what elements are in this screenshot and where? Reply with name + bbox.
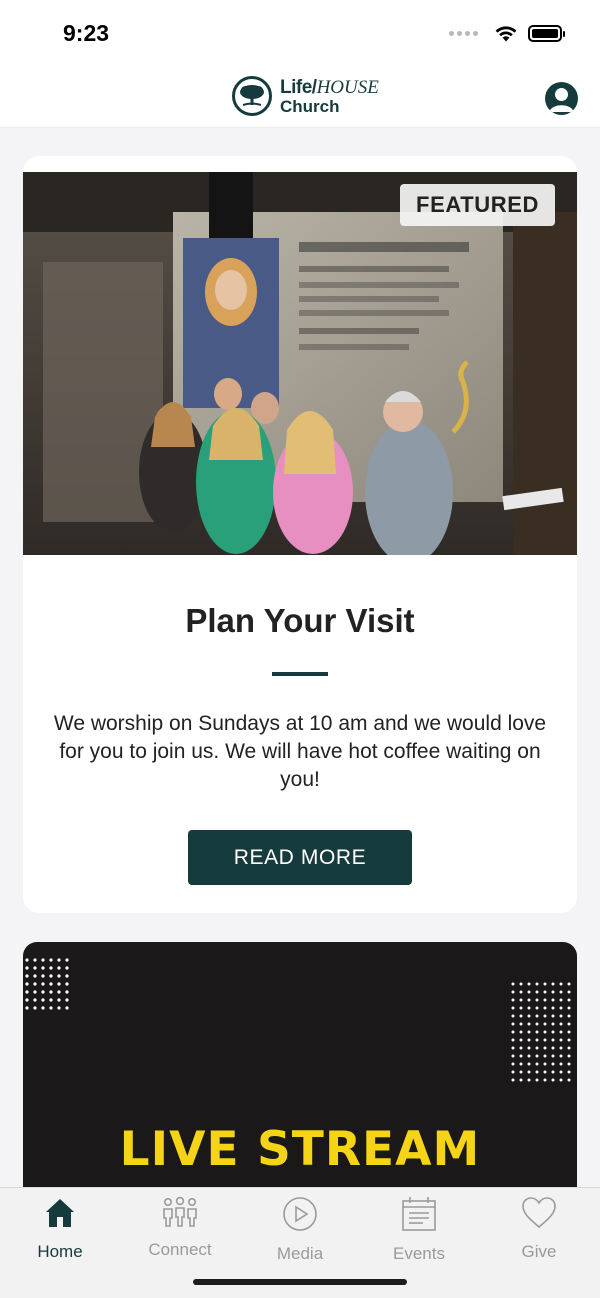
featured-description: We worship on Sundays at 10 am and we wo…	[53, 712, 547, 791]
heart-icon	[519, 1196, 559, 1230]
live-stream-title: LIVE STREAM	[119, 1122, 481, 1177]
tree-logo-icon	[232, 76, 272, 116]
calendar-icon	[399, 1196, 439, 1232]
church-logo[interactable]: Life/HOUSE Church	[232, 76, 379, 116]
tab-events[interactable]: Events	[364, 1196, 474, 1263]
tab-media[interactable]: Media	[245, 1196, 355, 1263]
title-divider	[272, 672, 328, 676]
featured-title: Plan Your Visit	[185, 602, 415, 639]
dot-pattern-top-left	[25, 958, 69, 1010]
tab-home-label: Home	[37, 1242, 83, 1261]
signal-icon	[449, 30, 478, 36]
people-icon	[160, 1196, 200, 1228]
logo-church: Church	[280, 96, 340, 116]
wifi-icon	[495, 26, 517, 42]
featured-card[interactable]: FEATURED Plan Your Visit We worship on S…	[23, 156, 577, 913]
app-header: Life/HOUSE Church	[0, 66, 600, 128]
status-indicators	[449, 24, 565, 42]
featured-badge: FEATURED	[400, 184, 555, 226]
home-icon	[40, 1196, 80, 1230]
tab-connect-label: Connect	[148, 1240, 212, 1259]
live-stream-card[interactable]: LIVE STREAM	[23, 942, 577, 1212]
battery-icon	[528, 24, 565, 42]
tab-home[interactable]: Home	[5, 1196, 115, 1261]
tab-media-label: Media	[276, 1244, 324, 1263]
tab-give-label: Give	[521, 1242, 557, 1261]
play-icon	[280, 1196, 320, 1232]
tab-events-label: Events	[393, 1244, 445, 1263]
logo-life: Life	[280, 76, 312, 98]
tab-connect[interactable]: Connect	[125, 1196, 235, 1260]
dot-pattern-top-right	[511, 982, 571, 1082]
logo-wordmark: Life/HOUSE Church	[280, 76, 379, 116]
profile-button[interactable]	[545, 82, 578, 115]
read-more-button[interactable]: READ MORE	[188, 830, 412, 885]
home-indicator	[193, 1279, 407, 1285]
featured-photo: FEATURED	[23, 172, 577, 555]
status-time: 9:23	[63, 20, 110, 46]
logo-house: HOUSE	[316, 76, 379, 98]
tab-give[interactable]: Give	[484, 1196, 594, 1261]
user-icon	[549, 88, 574, 112]
status-bar: 9:23	[0, 0, 600, 66]
